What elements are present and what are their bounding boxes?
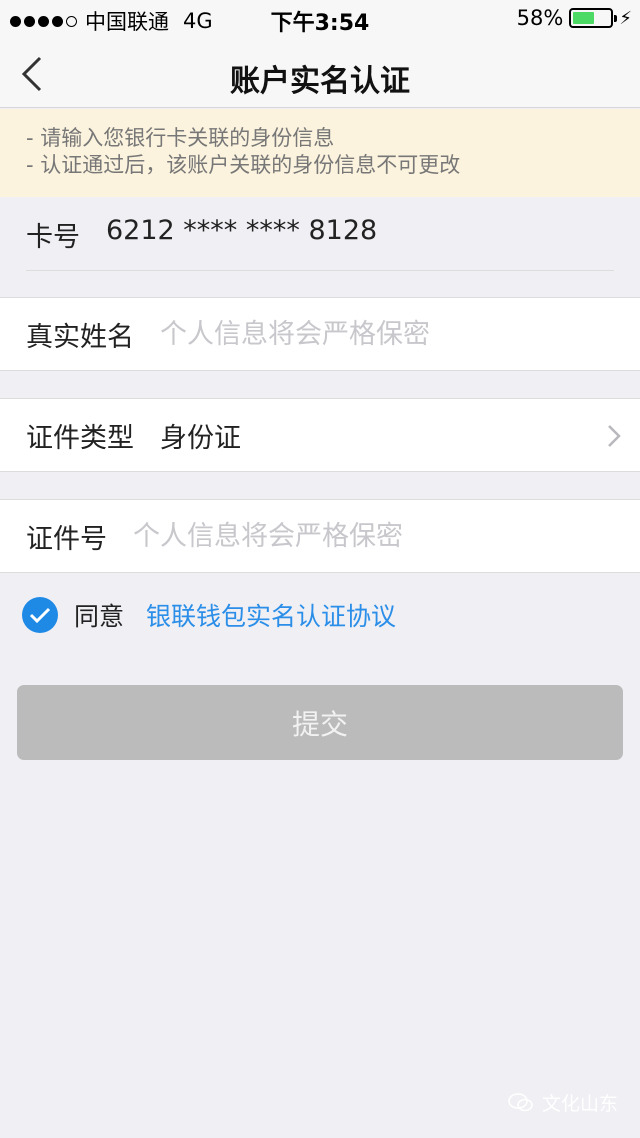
card-section: 卡号 6212 **** **** 8128 <box>0 197 640 297</box>
status-bar: 中国联通 4G 下午3:54 58% ⚡ <box>0 0 640 36</box>
card-number-row: 卡号 6212 **** **** 8128 <box>26 215 377 254</box>
chevron-right-icon <box>608 425 621 447</box>
notice-banner: - 请输入您银行卡关联的身份信息 - 认证通过后，该账户关联的身份信息不可更改 <box>0 109 640 197</box>
battery-icon <box>569 8 618 28</box>
real-name-label: 真实姓名 <box>26 321 134 353</box>
real-name-input[interactable] <box>160 318 580 350</box>
battery-percent: 58% <box>516 6 564 30</box>
agreement-text: 同意 <box>74 602 125 631</box>
battery-tip <box>614 15 618 22</box>
watermark: 文化山东 <box>508 1089 618 1116</box>
divider <box>26 270 614 271</box>
agreement-checkbox[interactable] <box>22 597 58 633</box>
id-type-row[interactable]: 证件类型 身份证 <box>0 398 640 472</box>
agreement-link[interactable]: 银联钱包实名认证协议 <box>146 597 396 633</box>
id-type-label: 证件类型 <box>26 422 134 454</box>
id-number-label: 证件号 <box>26 523 107 555</box>
wechat-icon <box>508 1092 533 1111</box>
status-right: 58% ⚡ <box>517 6 632 30</box>
notice-line: - 认证通过后，该账户关联的身份信息不可更改 <box>26 153 461 177</box>
watermark-text: 文化山东 <box>541 1093 618 1115</box>
battery-fill <box>573 12 595 24</box>
charging-bolt-icon: ⚡ <box>619 7 632 29</box>
checkmark-icon <box>29 607 51 624</box>
card-number-value: 6212 **** **** 8128 <box>106 215 378 246</box>
card-number-label: 卡号 <box>26 222 80 253</box>
id-type-value: 身份证 <box>160 422 241 454</box>
nav-bar: 账户实名认证 <box>0 36 640 108</box>
agreement-row: 同意 银联钱包实名认证协议 <box>22 597 396 633</box>
real-name-row: 真实姓名 <box>0 297 640 371</box>
page-title: 账户实名认证 <box>230 64 410 99</box>
notice-line: - 请输入您银行卡关联的身份信息 <box>26 126 335 150</box>
id-number-input[interactable] <box>133 520 553 552</box>
submit-button[interactable]: 提交 <box>17 685 623 760</box>
id-number-row: 证件号 <box>0 499 640 573</box>
